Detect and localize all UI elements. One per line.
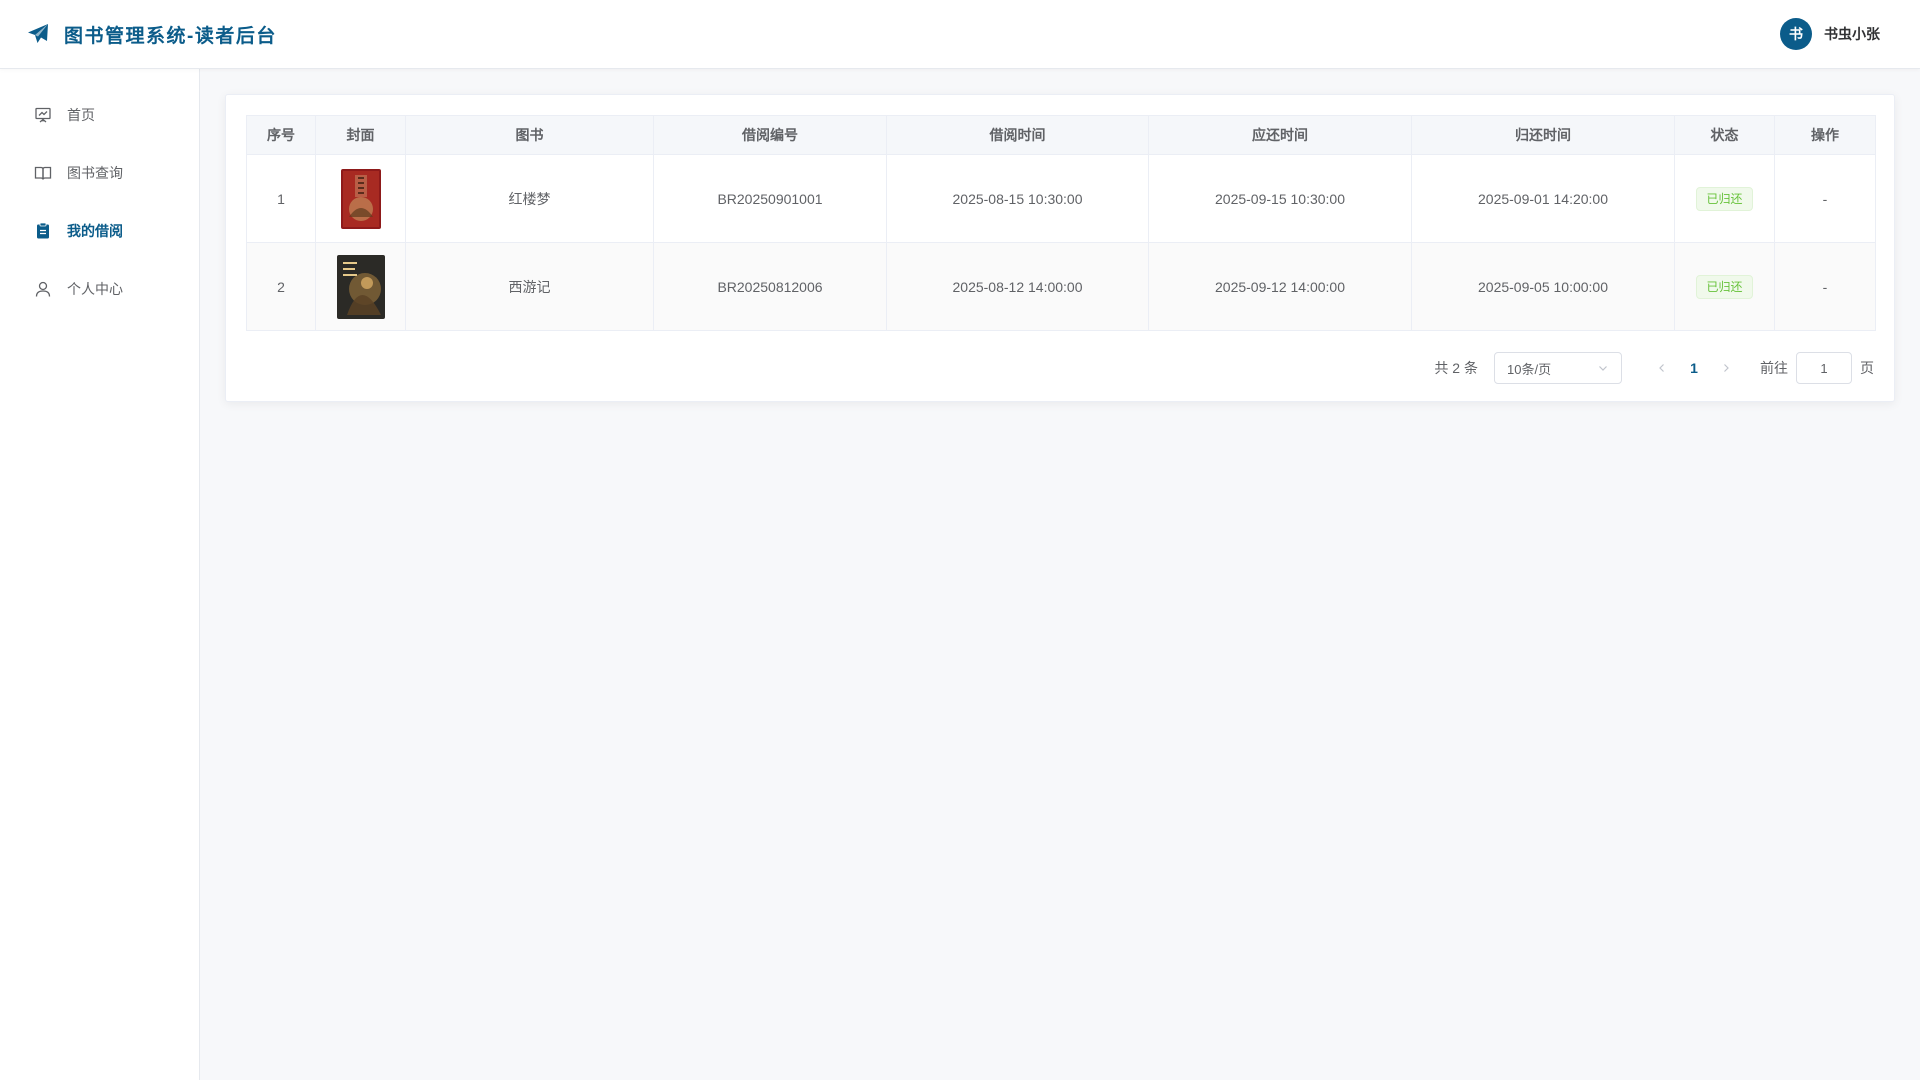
cell-status: 已归还 — [1674, 242, 1775, 331]
page-size-select[interactable]: 10条/页 — [1494, 352, 1622, 384]
clipboard-icon — [34, 222, 52, 240]
column-header: 图书 — [405, 115, 654, 155]
cell-book: 西游记 — [405, 242, 654, 331]
cell-borrow-time: 2025-08-15 10:30:00 — [886, 154, 1149, 243]
cell-return-time: 2025-09-05 10:00:00 — [1411, 242, 1675, 331]
cell-book: 红楼梦 — [405, 154, 654, 243]
sidebar-item-book-search[interactable]: 图书查询 — [0, 144, 199, 202]
total-count: 共 2 条 — [1434, 360, 1478, 376]
chevron-left-icon — [1659, 364, 1664, 372]
book-cover-image[interactable] — [340, 168, 381, 229]
brand[interactable]: 图书管理系统-读者后台 — [26, 21, 277, 48]
column-header: 借阅时间 — [886, 115, 1149, 155]
page-size-value: 10条/页 — [1507, 361, 1552, 377]
page-number-button[interactable]: 1 — [1678, 352, 1710, 384]
sidebar-item-home[interactable]: 首页 — [0, 86, 199, 144]
sidebar-item-label: 个人中心 — [67, 281, 123, 297]
goto-page-input[interactable] — [1796, 352, 1852, 384]
page-suffix-label: 页 — [1860, 360, 1874, 376]
cell-return-time: 2025-09-01 14:20:00 — [1411, 154, 1675, 243]
goto-label: 前往 — [1760, 360, 1788, 376]
column-header: 借阅编号 — [653, 115, 887, 155]
sidebar-item-label: 我的借阅 — [67, 223, 123, 239]
top-header: 图书管理系统-读者后台 书 书虫小张 — [0, 0, 1920, 69]
paper-plane-icon — [26, 22, 50, 46]
cell-cover — [315, 242, 406, 331]
column-header: 状态 — [1674, 115, 1775, 155]
cell-borrow-id: BR20250901001 — [653, 154, 887, 243]
cell-due-time: 2025-09-15 10:30:00 — [1148, 154, 1412, 243]
column-header: 操作 — [1774, 115, 1876, 155]
book-open-icon — [34, 164, 52, 182]
cell-action: - — [1774, 154, 1876, 243]
cell-index: 2 — [246, 242, 316, 331]
sidebar-item-label: 首页 — [67, 107, 95, 123]
cell-status: 已归还 — [1674, 154, 1775, 243]
sidebar: 首页 图书查询 我的借阅 个人中心 — [0, 69, 200, 1080]
avatar: 书 — [1780, 18, 1812, 50]
table-header-row: 序号 封面 图书 借阅编号 借阅时间 应还时间 归还时间 状态 操作 — [246, 115, 1876, 155]
status-badge: 已归还 — [1696, 186, 1753, 211]
cell-index: 1 — [246, 154, 316, 243]
user-menu[interactable]: 书 书虫小张 — [1780, 18, 1880, 50]
presentation-icon — [34, 106, 52, 124]
borrow-table: 序号 封面 图书 借阅编号 借阅时间 应还时间 归还时间 状态 操作 1 红楼梦… — [246, 115, 1876, 331]
cell-due-time: 2025-09-12 14:00:00 — [1148, 242, 1412, 331]
column-header: 应还时间 — [1148, 115, 1412, 155]
app-title: 图书管理系统-读者后台 — [64, 25, 277, 47]
prev-page-button[interactable] — [1646, 352, 1678, 384]
status-badge: 已归还 — [1696, 274, 1753, 299]
column-header: 封面 — [315, 115, 406, 155]
cell-cover — [315, 154, 406, 243]
chevron-right-icon — [1724, 364, 1729, 372]
user-icon — [34, 280, 52, 298]
cell-borrow-time: 2025-08-12 14:00:00 — [886, 242, 1149, 331]
table-row[interactable]: 2 西游记 BR20250812006 2025-08-12 14:00:00 … — [246, 242, 1876, 331]
sidebar-item-profile[interactable]: 个人中心 — [0, 260, 199, 318]
book-cover-image[interactable] — [336, 254, 385, 319]
chevron-down-icon — [1597, 362, 1609, 374]
sidebar-item-my-borrow[interactable]: 我的借阅 — [0, 202, 199, 260]
column-header: 序号 — [246, 115, 316, 155]
cell-action: - — [1774, 242, 1876, 331]
cell-borrow-id: BR20250812006 — [653, 242, 887, 331]
next-page-button[interactable] — [1710, 352, 1742, 384]
goto-page: 前往 页 — [1760, 352, 1874, 384]
column-header: 归还时间 — [1411, 115, 1675, 155]
borrow-records-card: 序号 封面 图书 借阅编号 借阅时间 应还时间 归还时间 状态 操作 1 红楼梦… — [225, 94, 1895, 402]
table-row[interactable]: 1 红楼梦 BR20250901001 2025-08-15 10:30:00 … — [246, 154, 1876, 243]
username: 书虫小张 — [1824, 26, 1880, 42]
sidebar-item-label: 图书查询 — [67, 165, 123, 181]
pagination: 共 2 条 10条/页 1 前往 页 — [1434, 352, 1874, 384]
